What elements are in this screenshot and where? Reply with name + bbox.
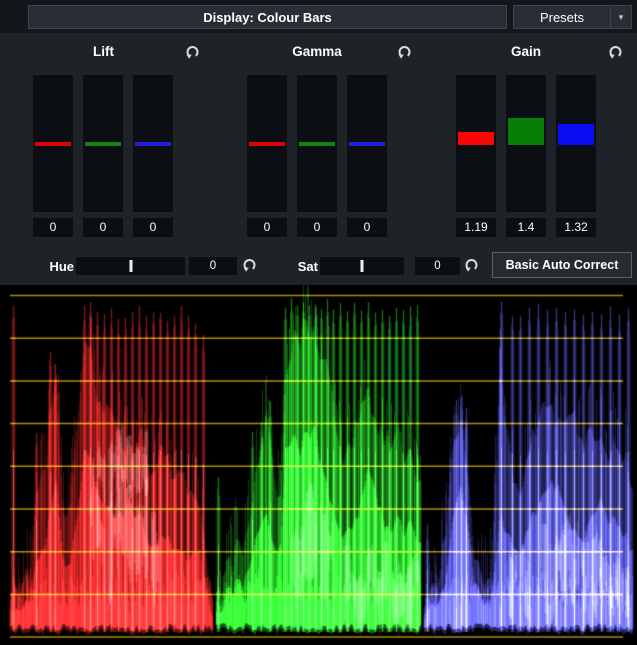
gain-blue-slider[interactable]: [556, 75, 596, 212]
gamma-reset-icon[interactable]: [396, 44, 413, 61]
gain-green-slider[interactable]: [506, 75, 546, 212]
gain-green-handle[interactable]: [508, 118, 544, 145]
hue-value[interactable]: 0: [189, 257, 237, 275]
hue-label: Hue: [40, 259, 74, 274]
lift-blue-handle[interactable]: [135, 142, 171, 146]
gain-title: Gain: [456, 44, 596, 59]
lift-red-handle[interactable]: [35, 142, 71, 146]
topbar: Display: Colour Bars Presets ▾: [0, 0, 637, 33]
gain-red-slider[interactable]: [456, 75, 496, 212]
gain-blue-value[interactable]: 1.32: [556, 218, 596, 237]
gamma-blue-value[interactable]: 0: [347, 218, 387, 237]
gamma-red-handle[interactable]: [249, 142, 285, 146]
gain-blue-handle[interactable]: [558, 124, 594, 146]
lift-green-value[interactable]: 0: [83, 218, 123, 237]
gamma-green-value[interactable]: 0: [297, 218, 337, 237]
gamma-red-slider[interactable]: [247, 75, 287, 212]
hue-slider-handle[interactable]: [129, 260, 132, 272]
sat-slider[interactable]: [320, 257, 404, 275]
gamma-red-value[interactable]: 0: [247, 218, 287, 237]
lift-blue-value[interactable]: 0: [133, 218, 173, 237]
lift-title: Lift: [33, 44, 174, 59]
lift-green-slider[interactable]: [83, 75, 123, 212]
lift-red-value[interactable]: 0: [33, 218, 73, 237]
gamma-title: Gamma: [247, 44, 387, 59]
display-mode-button[interactable]: Display: Colour Bars: [28, 5, 507, 29]
lift-red-slider[interactable]: [33, 75, 73, 212]
chevron-down-icon[interactable]: ▾: [610, 6, 631, 28]
lift-blue-slider[interactable]: [133, 75, 173, 212]
gain-red-handle[interactable]: [458, 132, 494, 145]
gamma-green-handle[interactable]: [299, 142, 335, 146]
gamma-blue-slider[interactable]: [347, 75, 387, 212]
controls-panel: Lift Gamma Gain 0 0 0 0 0 0 1.19 1.4 1.3…: [0, 33, 637, 285]
sat-reset-icon[interactable]: [463, 257, 480, 274]
colour-correct-panel: Display: Colour Bars Presets ▾ Lift Gamm…: [0, 0, 637, 645]
lift-green-handle[interactable]: [85, 142, 121, 146]
sat-slider-handle[interactable]: [361, 260, 364, 272]
gamma-green-slider[interactable]: [297, 75, 337, 212]
gain-green-value[interactable]: 1.4: [506, 218, 546, 237]
gamma-blue-handle[interactable]: [349, 142, 385, 146]
sat-label: Sat: [284, 259, 318, 274]
presets-label: Presets: [514, 10, 610, 25]
gain-reset-icon[interactable]: [607, 44, 624, 61]
hue-slider[interactable]: [76, 257, 185, 275]
basic-auto-correct-button[interactable]: Basic Auto Correct: [492, 252, 632, 278]
sat-value[interactable]: 0: [415, 257, 460, 275]
rgb-parade-waveform: [0, 285, 637, 645]
lift-reset-icon[interactable]: [184, 44, 201, 61]
hue-reset-icon[interactable]: [241, 257, 258, 274]
gain-red-value[interactable]: 1.19: [456, 218, 496, 237]
presets-button[interactable]: Presets ▾: [513, 5, 632, 29]
